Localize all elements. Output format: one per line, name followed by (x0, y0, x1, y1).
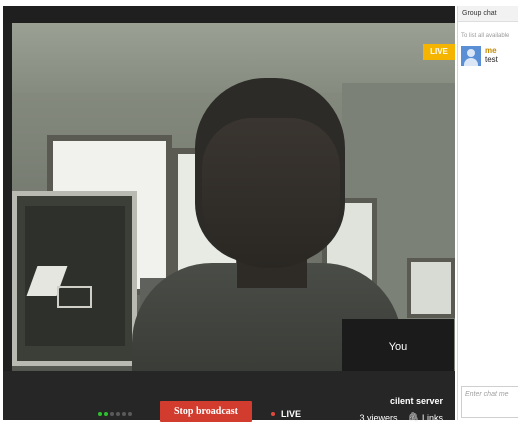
links-label: Links (421, 412, 443, 423)
group-chat-panel: Group chat To list all available me test… (457, 6, 518, 420)
top-bar (3, 6, 455, 23)
chat-message: me test (461, 46, 498, 66)
live-indicator: LIVE (271, 409, 301, 419)
live-dot-icon (271, 412, 275, 416)
live-badge: LIVE (423, 44, 455, 60)
stop-broadcast-button[interactable]: Stop broadcast (160, 401, 252, 422)
video-feed: You LIVE (12, 23, 455, 371)
signal-dot (122, 412, 126, 416)
message-text: test (485, 55, 498, 64)
self-view-label: You (388, 341, 408, 353)
broadcast-stats: 3 viewers 🖇 Links (360, 412, 443, 423)
hangout-window: You LIVE Stop broadcast LIVE cilent serv… (0, 0, 518, 423)
viewer-count[interactable]: 3 viewers (360, 413, 398, 423)
server-name: cilent server (389, 396, 443, 406)
signal-dot (104, 412, 108, 416)
signal-dot (98, 412, 102, 416)
signal-dot (110, 412, 114, 416)
control-bar: Stop broadcast LIVE cilent server 3 view… (3, 371, 455, 423)
chat-header: Group chat (458, 6, 518, 22)
self-view-thumbnail[interactable]: You (342, 319, 454, 371)
links-button[interactable]: 🖇 Links (408, 412, 443, 423)
chat-input[interactable]: Enter chat me (461, 386, 518, 418)
chat-hint: To list all available (461, 33, 510, 39)
user-avatar-icon (461, 46, 481, 66)
link-icon: 🖇 (407, 412, 419, 422)
live-indicator-label: LIVE (281, 409, 302, 419)
broadcast-panel: You LIVE Stop broadcast LIVE cilent serv… (3, 6, 455, 423)
signal-dot (128, 412, 132, 416)
signal-dot (116, 412, 120, 416)
connection-signal-icon (98, 412, 132, 416)
message-sender: me (485, 46, 497, 55)
